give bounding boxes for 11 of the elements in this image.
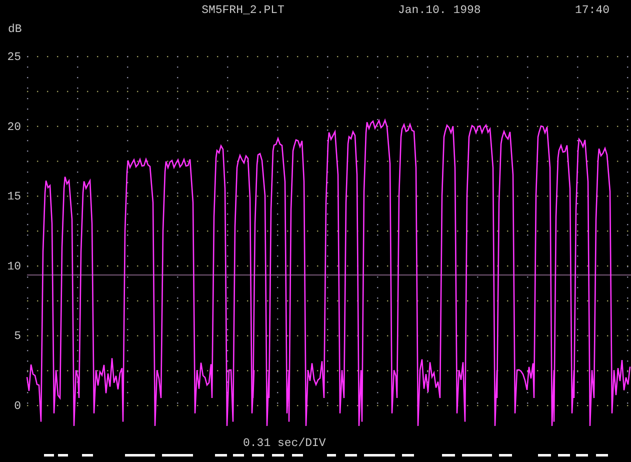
unit-label: dB <box>8 23 22 36</box>
axis-tick-label: 0 <box>14 400 21 413</box>
axis-tick-label: 5 <box>14 330 21 344</box>
date-text: Jan.10. 1998 <box>398 4 481 17</box>
axis-tick-label: 15 <box>7 190 21 204</box>
axis-label: 0.31 sec/DIV <box>243 437 326 450</box>
axis-tick-label: 20 <box>7 120 21 134</box>
time-text: 17:40 <box>575 4 610 17</box>
axis-tick-label: 10 <box>7 260 21 274</box>
axis-tick-label: 25 <box>7 51 21 64</box>
file-name: SM5FRH_2.PLT <box>202 4 284 17</box>
